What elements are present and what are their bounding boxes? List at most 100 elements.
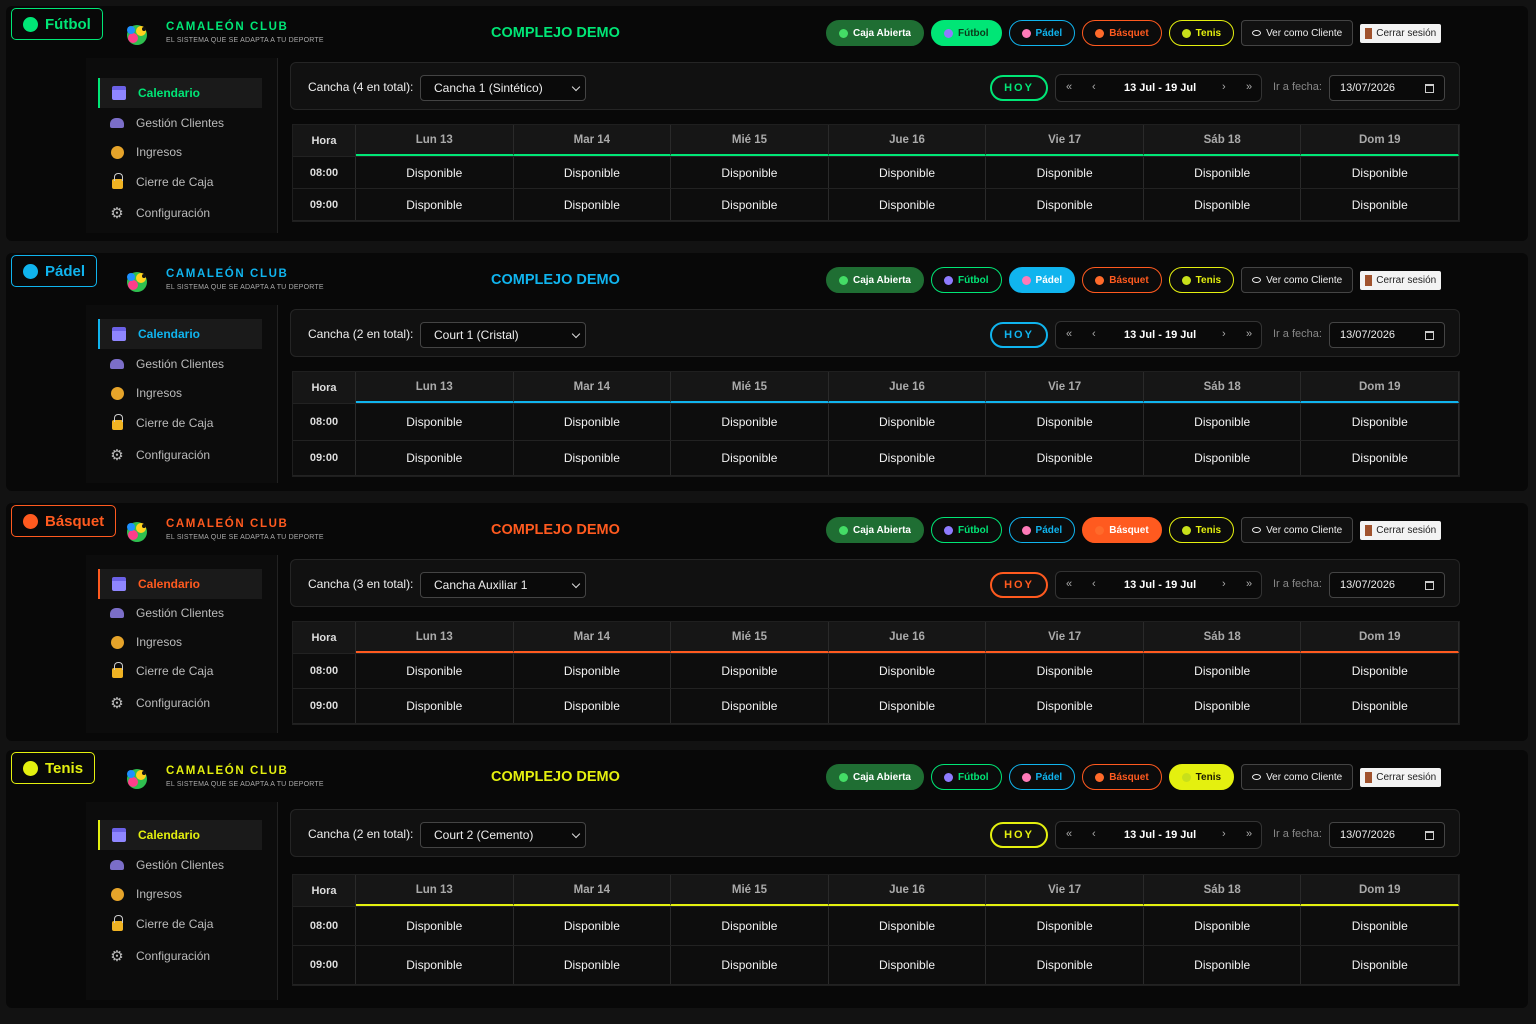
slot-cell[interactable]: Disponible xyxy=(356,654,514,688)
ver-como-cliente-button[interactable]: Ver como Cliente xyxy=(1241,517,1354,543)
sidebar-item-configuracion[interactable]: ⚙ Configuración xyxy=(98,941,262,971)
ver-como-cliente-button[interactable]: Ver como Cliente xyxy=(1241,267,1354,293)
slot-cell[interactable]: Disponible xyxy=(1301,946,1460,984)
futbol-button[interactable]: Fútbol xyxy=(930,517,1002,543)
first-week-button[interactable]: « xyxy=(1066,828,1072,840)
slot-cell[interactable]: Disponible xyxy=(671,907,829,945)
futbol-button[interactable]: Fútbol xyxy=(930,267,1002,293)
slot-cell[interactable]: Disponible xyxy=(514,189,672,220)
caja-abierta-button[interactable]: Caja Abierta xyxy=(826,267,924,293)
slot-cell[interactable]: Disponible xyxy=(829,441,987,475)
slot-cell[interactable]: Disponible xyxy=(1301,654,1460,688)
basquet-button[interactable]: Básquet xyxy=(1082,267,1162,293)
slot-cell[interactable]: Disponible xyxy=(1301,404,1460,440)
sidebar-item-gestion-clientes[interactable]: Gestión Clientes xyxy=(98,850,262,880)
slot-cell[interactable]: Disponible xyxy=(671,654,829,688)
court-select[interactable]: Court 2 (Cemento) xyxy=(420,822,586,848)
slot-cell[interactable]: Disponible xyxy=(1144,946,1302,984)
next-week-button[interactable]: › xyxy=(1222,81,1226,93)
sidebar-item-configuracion[interactable]: ⚙ Configuración xyxy=(98,440,262,470)
slot-cell[interactable]: Disponible xyxy=(1144,907,1302,945)
slot-cell[interactable]: Disponible xyxy=(1144,654,1302,688)
last-week-button[interactable]: » xyxy=(1246,578,1252,590)
sidebar-item-cierre-de-caja[interactable]: Cierre de Caja xyxy=(98,167,262,197)
slot-cell[interactable]: Disponible xyxy=(829,907,987,945)
tenis-button[interactable]: Tenis xyxy=(1168,267,1235,293)
slot-cell[interactable]: Disponible xyxy=(1301,689,1460,723)
prev-week-button[interactable]: ‹ xyxy=(1092,81,1096,93)
slot-cell[interactable]: Disponible xyxy=(356,189,514,220)
goto-date-input[interactable]: 13/07/2026 xyxy=(1329,75,1445,101)
today-button[interactable]: HOY xyxy=(990,822,1048,848)
slot-cell[interactable]: Disponible xyxy=(1301,157,1460,188)
slot-cell[interactable]: Disponible xyxy=(986,157,1144,188)
goto-date-input[interactable]: 13/07/2026 xyxy=(1329,572,1445,598)
sidebar-item-calendario[interactable]: Calendario xyxy=(98,820,262,850)
slot-cell[interactable]: Disponible xyxy=(1301,189,1460,220)
sidebar-item-gestion-clientes[interactable]: Gestión Clientes xyxy=(98,349,262,379)
sidebar-item-ingresos[interactable]: Ingresos xyxy=(98,137,262,167)
next-week-button[interactable]: › xyxy=(1222,328,1226,340)
logout-button[interactable]: Cerrar sesión xyxy=(1360,520,1442,540)
sidebar-item-cierre-de-caja[interactable]: Cierre de Caja xyxy=(98,909,262,939)
next-week-button[interactable]: › xyxy=(1222,578,1226,590)
slot-cell[interactable]: Disponible xyxy=(514,946,672,984)
slot-cell[interactable]: Disponible xyxy=(356,907,514,945)
slot-cell[interactable]: Disponible xyxy=(829,654,987,688)
court-select[interactable]: Court 1 (Cristal) xyxy=(420,322,586,348)
slot-cell[interactable]: Disponible xyxy=(986,907,1144,945)
tenis-button[interactable]: Tenis xyxy=(1168,764,1235,790)
tenis-button[interactable]: Tenis xyxy=(1168,517,1235,543)
slot-cell[interactable]: Disponible xyxy=(1144,689,1302,723)
slot-cell[interactable]: Disponible xyxy=(986,946,1144,984)
slot-cell[interactable]: Disponible xyxy=(671,689,829,723)
slot-cell[interactable]: Disponible xyxy=(671,946,829,984)
caja-abierta-button[interactable]: Caja Abierta xyxy=(826,20,924,46)
slot-cell[interactable]: Disponible xyxy=(671,189,829,220)
slot-cell[interactable]: Disponible xyxy=(514,157,672,188)
padel-button[interactable]: Pádel xyxy=(1008,267,1076,293)
slot-cell[interactable]: Disponible xyxy=(986,441,1144,475)
padel-button[interactable]: Pádel xyxy=(1008,20,1076,46)
prev-week-button[interactable]: ‹ xyxy=(1092,578,1096,590)
slot-cell[interactable]: Disponible xyxy=(1144,441,1302,475)
slot-cell[interactable]: Disponible xyxy=(829,404,987,440)
sidebar-item-ingresos[interactable]: Ingresos xyxy=(98,627,262,657)
prev-week-button[interactable]: ‹ xyxy=(1092,828,1096,840)
sidebar-item-configuracion[interactable]: ⚙ Configuración xyxy=(98,688,262,718)
slot-cell[interactable]: Disponible xyxy=(1144,404,1302,440)
slot-cell[interactable]: Disponible xyxy=(514,404,672,440)
slot-cell[interactable]: Disponible xyxy=(986,189,1144,220)
last-week-button[interactable]: » xyxy=(1246,81,1252,93)
prev-week-button[interactable]: ‹ xyxy=(1092,328,1096,340)
first-week-button[interactable]: « xyxy=(1066,328,1072,340)
futbol-button[interactable]: Fútbol xyxy=(930,764,1002,790)
slot-cell[interactable]: Disponible xyxy=(1301,441,1460,475)
caja-abierta-button[interactable]: Caja Abierta xyxy=(826,764,924,790)
slot-cell[interactable]: Disponible xyxy=(671,404,829,440)
caja-abierta-button[interactable]: Caja Abierta xyxy=(826,517,924,543)
slot-cell[interactable]: Disponible xyxy=(986,404,1144,440)
goto-date-input[interactable]: 13/07/2026 xyxy=(1329,822,1445,848)
logout-button[interactable]: Cerrar sesión xyxy=(1360,767,1442,787)
padel-button[interactable]: Pádel xyxy=(1008,517,1076,543)
sidebar-item-cierre-de-caja[interactable]: Cierre de Caja xyxy=(98,656,262,686)
last-week-button[interactable]: » xyxy=(1246,328,1252,340)
sidebar-item-cierre-de-caja[interactable]: Cierre de Caja xyxy=(98,408,262,438)
slot-cell[interactable]: Disponible xyxy=(829,689,987,723)
tenis-button[interactable]: Tenis xyxy=(1168,20,1235,46)
slot-cell[interactable]: Disponible xyxy=(1144,189,1302,220)
slot-cell[interactable]: Disponible xyxy=(514,441,672,475)
basquet-button[interactable]: Básquet xyxy=(1082,20,1162,46)
slot-cell[interactable]: Disponible xyxy=(986,654,1144,688)
today-button[interactable]: HOY xyxy=(990,322,1048,348)
first-week-button[interactable]: « xyxy=(1066,578,1072,590)
slot-cell[interactable]: Disponible xyxy=(829,946,987,984)
today-button[interactable]: HOY xyxy=(990,75,1048,101)
slot-cell[interactable]: Disponible xyxy=(986,689,1144,723)
slot-cell[interactable]: Disponible xyxy=(356,404,514,440)
ver-como-cliente-button[interactable]: Ver como Cliente xyxy=(1241,764,1354,790)
basquet-button[interactable]: Básquet xyxy=(1082,517,1162,543)
sidebar-item-calendario[interactable]: Calendario xyxy=(98,569,262,599)
first-week-button[interactable]: « xyxy=(1066,81,1072,93)
